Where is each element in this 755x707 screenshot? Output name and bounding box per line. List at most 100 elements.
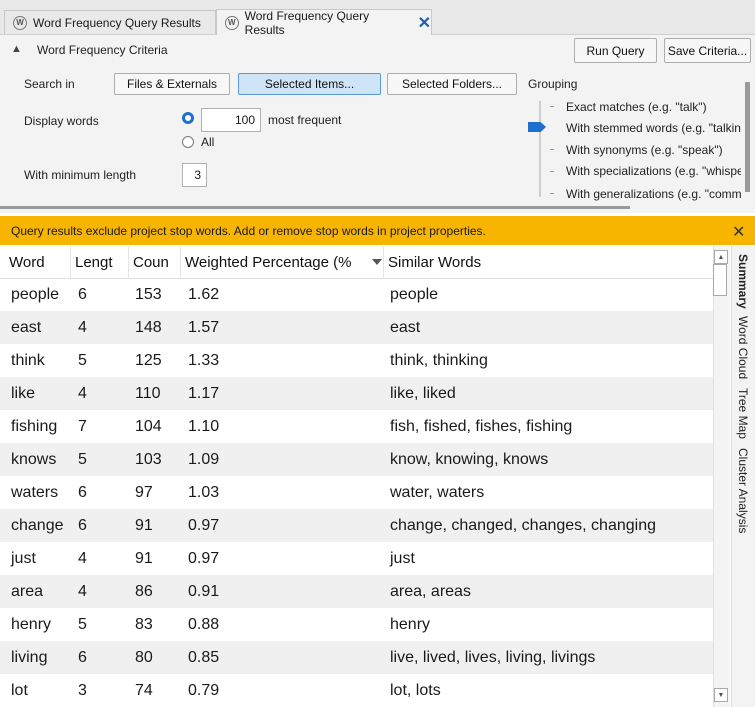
side-tab-summary[interactable]: Summary <box>736 254 750 309</box>
files-externals-button[interactable]: Files & Externals <box>114 73 230 95</box>
scrollbar-thumb[interactable] <box>713 264 727 296</box>
display-words-label: Display words <box>24 114 99 128</box>
cell-length: 5 <box>78 351 87 369</box>
cell-word: east <box>11 318 42 336</box>
grouping-option-specializations[interactable]: With specializations (e.g. "whispe <box>566 164 741 178</box>
tab-label: Word Frequency Query Results <box>244 8 370 37</box>
grouping-option-generalizations[interactable]: With generalizations (e.g. "comm <box>566 187 741 201</box>
cell-word: fishing <box>11 417 58 435</box>
most-frequent-radio[interactable] <box>182 112 194 124</box>
table-row[interactable]: just 4 91 0.97 just <box>0 542 713 575</box>
column-header-similar-words[interactable]: Similar Words <box>383 246 713 278</box>
tab-word-frequency-results-1[interactable]: W Word Frequency Query Results <box>4 10 216 34</box>
cell-count: 110 <box>135 384 161 402</box>
cell-similar-words: live, lived, lives, living, livings <box>390 648 596 666</box>
side-tab-word-cloud[interactable]: Word Cloud <box>736 316 750 379</box>
cell-word: lot <box>11 681 28 699</box>
column-header-weighted-percentage[interactable]: Weighted Percentage (% <box>180 246 358 278</box>
sort-descending-icon[interactable] <box>372 259 382 265</box>
tab-word-frequency-results-2[interactable]: W Word Frequency Query Results ✕ <box>216 8 432 37</box>
results-table: Word Lengt Coun Weighted Percentage (% S… <box>0 246 713 707</box>
table-row[interactable]: area 4 86 0.91 area, areas <box>0 575 713 608</box>
table-scrollbar[interactable] <box>713 246 730 707</box>
cell-word: just <box>11 549 36 567</box>
column-header-length[interactable]: Lengt <box>70 246 128 278</box>
cell-similar-words: fish, fished, fishes, fishing <box>390 417 573 435</box>
cell-length: 3 <box>78 681 87 699</box>
criteria-vertical-scrollbar[interactable] <box>745 82 750 192</box>
cell-weighted-percentage: 1.57 <box>188 318 220 336</box>
cell-word: think <box>11 351 45 369</box>
run-query-button[interactable]: Run Query <box>574 38 657 63</box>
column-header-count[interactable]: Coun <box>128 246 180 278</box>
scroll-down-icon[interactable]: ▼ <box>714 688 728 702</box>
query-icon: W <box>225 15 239 30</box>
warning-text: Query results exclude project stop words… <box>11 223 486 238</box>
table-row[interactable]: east 4 148 1.57 east <box>0 311 713 344</box>
table-row[interactable]: people 6 153 1.62 people <box>0 278 713 311</box>
cell-length: 6 <box>78 516 87 534</box>
cell-count: 86 <box>135 582 153 600</box>
table-row[interactable]: lot 3 74 0.79 lot, lots <box>0 674 713 707</box>
scroll-up-icon[interactable]: ▲ <box>714 250 728 264</box>
cell-similar-words: area, areas <box>390 582 471 600</box>
cell-word: waters <box>11 483 59 501</box>
table-row[interactable]: living 6 80 0.85 live, lived, lives, living,… <box>0 641 713 674</box>
cell-word: like <box>11 384 36 402</box>
cell-count: 125 <box>135 351 162 369</box>
cell-similar-words: change, changed, changes, changing <box>390 516 656 534</box>
table-row[interactable]: waters 6 97 1.03 water, waters <box>0 476 713 509</box>
all-label: All <box>201 135 215 149</box>
cell-weighted-percentage: 0.97 <box>188 516 220 534</box>
cell-length: 4 <box>78 384 87 402</box>
cell-count: 91 <box>135 516 153 534</box>
tab-label: Word Frequency Query Results <box>33 15 201 30</box>
side-tab-tree-map[interactable]: Tree Map <box>736 388 750 439</box>
display-count-input[interactable]: 100 <box>201 108 261 132</box>
table-row[interactable]: fishing 7 104 1.10 fish, fished, fishes, fis… <box>0 410 713 443</box>
cell-length: 6 <box>78 483 87 501</box>
cell-similar-words: lot, lots <box>390 681 441 699</box>
cell-word: knows <box>11 450 57 468</box>
cell-count: 97 <box>135 483 153 501</box>
cell-length: 6 <box>78 285 87 303</box>
query-icon: W <box>13 15 27 30</box>
cell-word: change <box>11 516 64 534</box>
all-radio[interactable] <box>182 136 194 148</box>
column-header-word[interactable]: Word <box>5 246 70 278</box>
cell-word: people <box>11 285 60 303</box>
cell-weighted-percentage: 1.09 <box>188 450 220 468</box>
cell-length: 4 <box>78 549 87 567</box>
search-in-label: Search in <box>24 77 75 91</box>
table-row[interactable]: change 6 91 0.97 change, changed, changes, c… <box>0 509 713 542</box>
table-row[interactable]: like 4 110 1.17 like, liked <box>0 377 713 410</box>
cell-count: 148 <box>135 318 162 336</box>
tab-bar: W Word Frequency Query Results W Word Fr… <box>0 0 755 37</box>
grouping-label: Grouping <box>528 77 578 91</box>
cell-weighted-percentage: 0.91 <box>188 582 220 600</box>
grouping-option-stemmed[interactable]: With stemmed words (e.g. "talkin <box>566 121 741 135</box>
selected-folders-button[interactable]: Selected Folders... <box>387 73 517 95</box>
min-length-input[interactable]: 3 <box>182 163 207 187</box>
grouping-option-synonyms[interactable]: With synonyms (e.g. "speak") <box>566 143 741 157</box>
grouping-option-exact[interactable]: Exact matches (e.g. "talk") <box>566 100 741 114</box>
table-row[interactable]: henry 5 83 0.88 henry <box>0 608 713 641</box>
cell-similar-words: just <box>390 549 415 567</box>
table-row[interactable]: knows 5 103 1.09 know, knowing, knows <box>0 443 713 476</box>
cell-count: 91 <box>135 549 153 567</box>
collapse-chevron-icon[interactable]: ▲ <box>11 43 22 55</box>
close-tab-icon[interactable]: ✕ <box>418 13 431 33</box>
selected-items-button[interactable]: Selected Items... <box>238 73 381 95</box>
table-row[interactable]: think 5 125 1.33 think, thinking <box>0 344 713 377</box>
grouping-slider-track[interactable] <box>539 101 541 197</box>
cell-weighted-percentage: 1.62 <box>188 285 220 303</box>
side-tab-cluster-analysis[interactable]: Cluster Analysis <box>736 448 750 533</box>
save-criteria-button[interactable]: Save Criteria... <box>664 38 751 63</box>
stop-words-warning-bar: Query results exclude project stop words… <box>0 216 755 245</box>
criteria-horizontal-scrollbar[interactable] <box>0 206 630 209</box>
cell-similar-words: water, waters <box>390 483 485 501</box>
cell-length: 4 <box>78 318 87 336</box>
cell-count: 104 <box>135 417 162 435</box>
close-warning-icon[interactable]: ✕ <box>732 222 745 242</box>
cell-word: henry <box>11 615 52 633</box>
